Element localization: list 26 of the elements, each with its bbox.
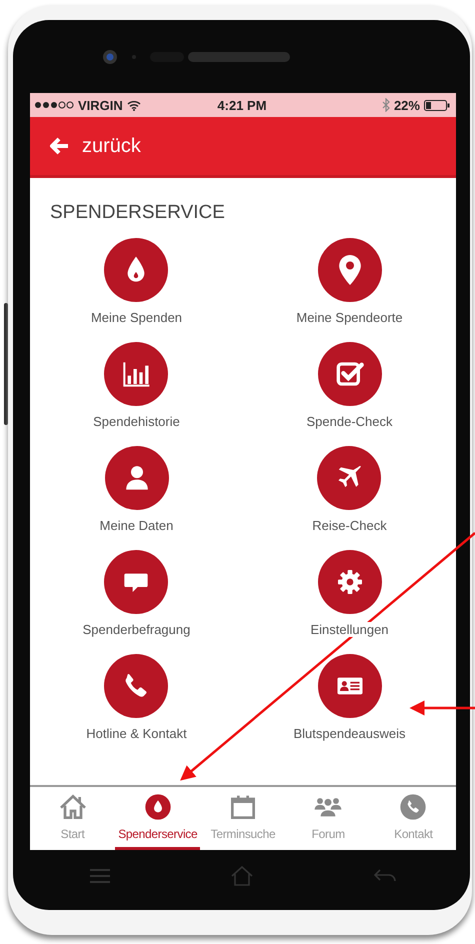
service-tile[interactable]: Spendehistorie (91, 342, 182, 429)
service-tile[interactable]: Meine Spendeorte (294, 238, 405, 325)
signal-icon (34, 101, 74, 109)
back-arrow-icon (50, 137, 70, 155)
service-tile[interactable]: Spende-Check (304, 342, 394, 429)
speaker-grille-icon (150, 52, 290, 62)
back-icon[interactable] (374, 869, 396, 883)
back-button[interactable]: zurück (50, 134, 141, 158)
bluetooth-icon (382, 98, 390, 112)
wifi-icon (126, 100, 141, 110)
service-tile[interactable]: Reise-Check (310, 446, 389, 533)
carrier: VIRGIN (78, 98, 123, 112)
section-title: SPENDERSERVICE (50, 202, 226, 224)
battery-percent: 22% (394, 98, 420, 112)
service-tile[interactable]: Hotline & Kontakt (84, 654, 189, 741)
menu-icon[interactable] (90, 868, 110, 884)
service-tile[interactable]: Einstellungen (308, 550, 391, 637)
camera-icon (102, 48, 118, 64)
service-tile[interactable]: Spenderbefragung (80, 550, 192, 637)
service-tile[interactable]: Blutspendeausweis (291, 654, 408, 741)
home-icon[interactable] (230, 866, 253, 886)
tab[interactable]: Spenderservice (115, 787, 200, 850)
service-tile[interactable]: Meine Spenden (88, 238, 184, 325)
clock: 4:21 PM (217, 98, 267, 112)
battery-icon (424, 100, 450, 110)
service-tile[interactable]: Meine Daten (98, 446, 176, 533)
